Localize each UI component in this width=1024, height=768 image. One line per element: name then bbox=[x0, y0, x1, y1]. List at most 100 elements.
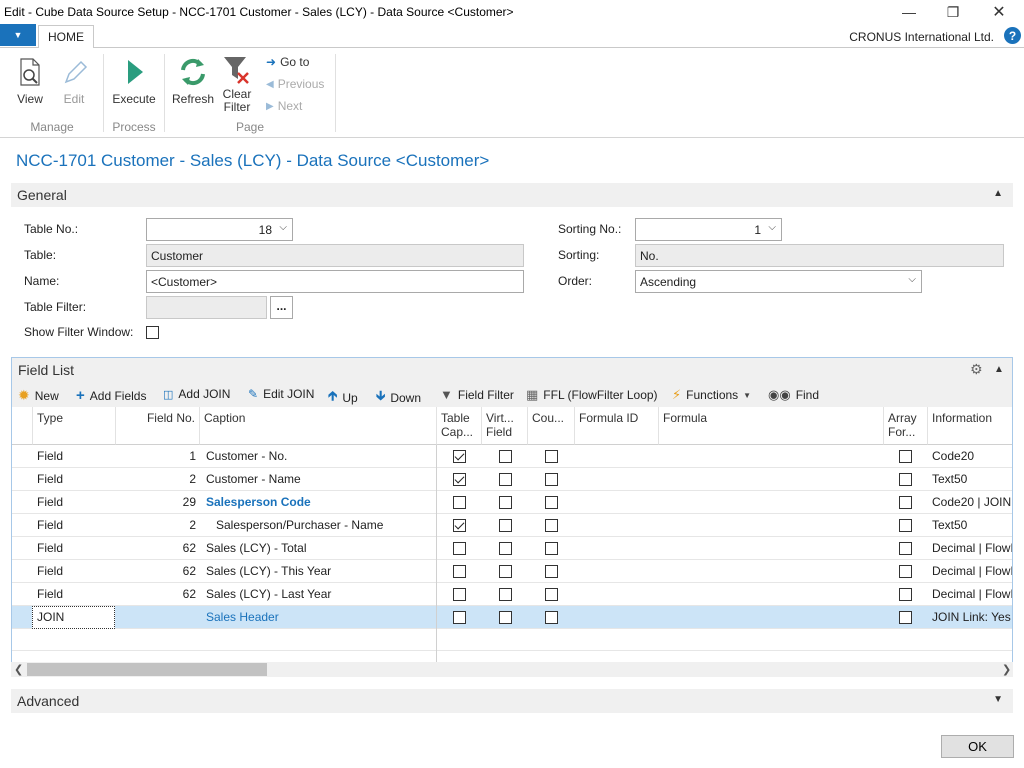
cell-field-no[interactable]: 1 bbox=[116, 445, 200, 468]
array-formula-checkbox[interactable] bbox=[899, 542, 912, 555]
table-row[interactable]: Field 1 Customer - No. Code20 bbox=[12, 445, 1012, 468]
find-button[interactable]: ◉◉ Find bbox=[768, 387, 819, 403]
column-header-caption[interactable]: Caption bbox=[200, 407, 437, 445]
execute-button[interactable]: Execute bbox=[112, 56, 156, 106]
cell-type[interactable]: Field bbox=[33, 537, 116, 560]
cell-type[interactable]: Field bbox=[33, 514, 116, 537]
virtual-field-checkbox[interactable] bbox=[499, 588, 512, 601]
table-caption-checkbox[interactable] bbox=[453, 450, 466, 463]
ffl-button[interactable]: ▦ FFL (FlowFilter Loop) bbox=[526, 387, 658, 403]
array-formula-checkbox[interactable] bbox=[899, 611, 912, 624]
cell-type[interactable]: Field bbox=[33, 491, 116, 514]
column-header-formula-id[interactable]: Formula ID bbox=[575, 407, 659, 445]
column-header-virtual-field[interactable]: Virt... Field bbox=[482, 407, 528, 445]
help-icon[interactable]: ? bbox=[1004, 27, 1021, 44]
down-button[interactable]: 🡳 Down bbox=[376, 387, 421, 409]
table-caption-checkbox[interactable] bbox=[453, 542, 466, 555]
table-row[interactable]: Field 2 Salesperson/Purchaser - Name Tex… bbox=[12, 514, 1012, 537]
cell-field-no[interactable]: 2 bbox=[116, 468, 200, 491]
column-header-information[interactable]: Information bbox=[928, 407, 1012, 445]
chevron-up-icon[interactable]: ▲ bbox=[993, 188, 1003, 199]
column-header-table-caption[interactable]: Table Cap... bbox=[437, 407, 482, 445]
functions-menu[interactable]: ⚡ Functions ▼ bbox=[672, 387, 751, 403]
cell-field-no[interactable] bbox=[116, 606, 200, 629]
cell-caption[interactable]: Sales (LCY) - This Year bbox=[202, 560, 437, 583]
array-formula-checkbox[interactable] bbox=[899, 473, 912, 486]
refresh-button[interactable]: Refresh bbox=[172, 56, 214, 106]
array-formula-checkbox[interactable] bbox=[899, 588, 912, 601]
scroll-right-icon[interactable]: ❯ bbox=[1002, 663, 1011, 676]
cell-field-no[interactable]: 62 bbox=[116, 583, 200, 606]
cell-caption[interactable]: Salesperson/Purchaser - Name bbox=[212, 514, 437, 537]
cell-field-no[interactable]: 29 bbox=[116, 491, 200, 514]
show-filter-window-checkbox[interactable] bbox=[146, 326, 159, 339]
count-checkbox[interactable] bbox=[545, 611, 558, 624]
column-header-array-formula[interactable]: Array For... bbox=[884, 407, 928, 445]
sorting-no-field[interactable]: 1 ⌵ bbox=[635, 218, 782, 241]
table-caption-checkbox[interactable] bbox=[453, 496, 466, 509]
scrollbar-thumb[interactable] bbox=[27, 663, 267, 676]
table-row[interactable]: Field 29 Salesperson Code Code20 | JOIN:… bbox=[12, 491, 1012, 514]
general-fasttab-header[interactable]: General ▲ bbox=[11, 183, 1013, 207]
goto-button[interactable]: ➜ Go to bbox=[266, 55, 309, 69]
table-caption-checkbox[interactable] bbox=[453, 473, 466, 486]
clear-filter-button[interactable]: Clear Filter bbox=[218, 54, 256, 114]
count-checkbox[interactable] bbox=[545, 542, 558, 555]
ok-button[interactable]: OK bbox=[941, 735, 1014, 758]
virtual-field-checkbox[interactable] bbox=[499, 611, 512, 624]
cell-type[interactable]: Field bbox=[33, 445, 116, 468]
chevron-down-icon[interactable]: ▼ bbox=[993, 694, 1003, 705]
cell-caption[interactable]: Sales Header bbox=[202, 606, 437, 629]
cell-caption[interactable]: Customer - Name bbox=[202, 468, 437, 491]
array-formula-checkbox[interactable] bbox=[899, 496, 912, 509]
cell-type[interactable]: Field bbox=[33, 583, 116, 606]
array-formula-checkbox[interactable] bbox=[899, 519, 912, 532]
cell-caption[interactable]: Salesperson Code bbox=[202, 491, 437, 514]
table-caption-checkbox[interactable] bbox=[453, 611, 466, 624]
chevron-down-icon[interactable]: ⌵ bbox=[908, 274, 916, 285]
column-header-count[interactable]: Cou... bbox=[528, 407, 575, 445]
table-filter-assist-button[interactable]: ... bbox=[270, 296, 293, 319]
table-caption-checkbox[interactable] bbox=[453, 519, 466, 532]
table-row-selected[interactable]: JOIN Sales Header JOIN Link: Yes (1 bbox=[12, 606, 1012, 629]
virtual-field-checkbox[interactable] bbox=[499, 565, 512, 578]
new-button[interactable]: ✹ New bbox=[18, 387, 59, 404]
count-checkbox[interactable] bbox=[545, 565, 558, 578]
gear-icon[interactable]: ⚙ bbox=[970, 361, 983, 378]
minimize-button[interactable]: — bbox=[886, 0, 932, 24]
virtual-field-checkbox[interactable] bbox=[499, 473, 512, 486]
column-header-field-no[interactable]: Field No. bbox=[116, 407, 200, 445]
restore-button[interactable]: ❐ bbox=[930, 0, 976, 24]
array-formula-checkbox[interactable] bbox=[899, 450, 912, 463]
table-caption-checkbox[interactable] bbox=[453, 588, 466, 601]
virtual-field-checkbox[interactable] bbox=[499, 450, 512, 463]
name-field[interactable]: <Customer> bbox=[146, 270, 524, 293]
table-row[interactable]: Field 62 Sales (LCY) - This Year Decimal… bbox=[12, 560, 1012, 583]
cell-type[interactable]: Field bbox=[33, 468, 116, 491]
column-header-type[interactable]: Type bbox=[33, 407, 116, 445]
advanced-fasttab-header[interactable]: Advanced ▼ bbox=[11, 689, 1013, 713]
count-checkbox[interactable] bbox=[545, 519, 558, 532]
add-fields-button[interactable]: + Add Fields bbox=[76, 387, 146, 404]
add-join-button[interactable]: ◫ Add JOIN bbox=[163, 387, 230, 401]
file-menu-button[interactable]: ▼ bbox=[0, 24, 36, 46]
chevron-down-icon[interactable]: ⌵ bbox=[768, 222, 776, 233]
horizontal-scrollbar[interactable]: ❮ ❯ bbox=[11, 662, 1013, 677]
edit-button[interactable]: Edit bbox=[60, 56, 88, 106]
table-row[interactable]: Field 62 Sales (LCY) - Total Decimal | F… bbox=[12, 537, 1012, 560]
field-filter-button[interactable]: ▼ Field Filter bbox=[440, 387, 514, 402]
chevron-up-icon[interactable]: ▲ bbox=[994, 364, 1004, 375]
table-caption-checkbox[interactable] bbox=[453, 565, 466, 578]
cell-type[interactable]: JOIN bbox=[32, 606, 115, 629]
cell-caption[interactable]: Sales (LCY) - Last Year bbox=[202, 583, 437, 606]
virtual-field-checkbox[interactable] bbox=[499, 496, 512, 509]
scroll-left-icon[interactable]: ❮ bbox=[14, 663, 23, 676]
cell-field-no[interactable]: 62 bbox=[116, 560, 200, 583]
table-row[interactable]: Field 62 Sales (LCY) - Last Year Decimal… bbox=[12, 583, 1012, 606]
count-checkbox[interactable] bbox=[545, 496, 558, 509]
next-button[interactable]: ▶ Next bbox=[266, 99, 302, 113]
column-header-formula[interactable]: Formula bbox=[659, 407, 884, 445]
view-button[interactable]: View bbox=[14, 56, 46, 106]
count-checkbox[interactable] bbox=[545, 450, 558, 463]
virtual-field-checkbox[interactable] bbox=[499, 542, 512, 555]
